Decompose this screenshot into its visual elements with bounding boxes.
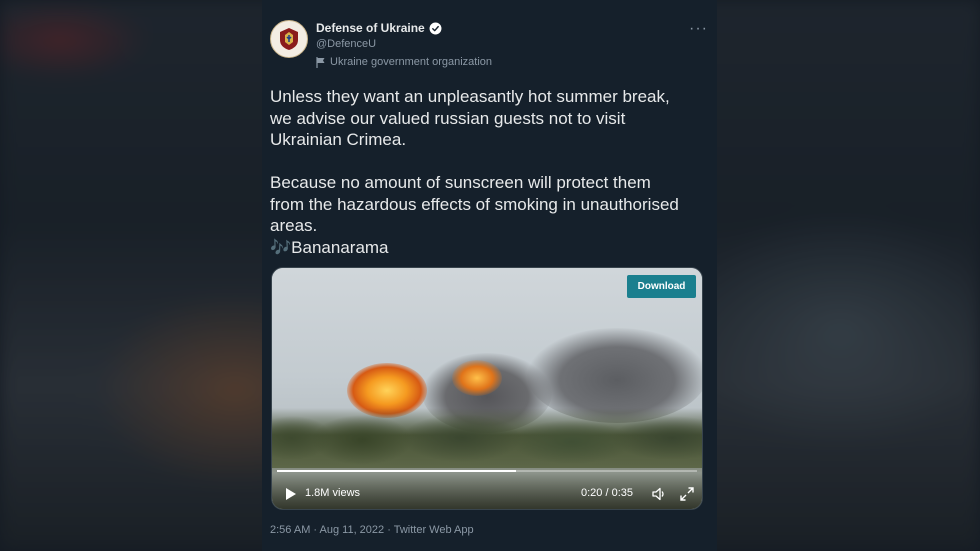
video-progress-fill <box>277 470 517 472</box>
org-label-row: Ukraine government organization <box>316 56 492 68</box>
download-button[interactable]: Download <box>627 275 696 298</box>
fullscreen-icon[interactable] <box>679 486 695 502</box>
avatar[interactable] <box>270 20 308 58</box>
music-notes-emoji: 🎶 <box>270 237 292 257</box>
video-time: 0:20 / 0:35 <box>581 487 633 499</box>
video-progress-bar[interactable] <box>277 470 697 472</box>
org-label: Ukraine government organization <box>330 56 493 68</box>
tweet-line: we advise our valued russian guests not … <box>270 108 626 128</box>
account-handle[interactable]: @DefenceU <box>316 38 376 50</box>
tweet-line: Unless they want an unpleasantly hot sum… <box>270 87 670 106</box>
emblem-icon <box>280 28 298 50</box>
play-icon[interactable] <box>284 487 298 501</box>
account-name[interactable]: Defense of Ukraine <box>316 21 425 35</box>
song-name: Bananarama <box>291 237 389 257</box>
song-line: 🎶Bananarama <box>270 237 710 259</box>
explosion <box>452 360 502 396</box>
view-count: 1.8M views <box>305 487 361 499</box>
tweet-line: areas. <box>270 216 318 235</box>
account-name-row[interactable]: Defense of Ukraine <box>316 21 442 35</box>
more-icon[interactable]: ··· <box>689 20 708 38</box>
tweet-line: Because no amount of sunscreen will prot… <box>270 173 651 192</box>
tweet-text: Unless they want an unpleasantly hot sum… <box>270 86 710 258</box>
tweet-line: from the hazardous effects of smoking in… <box>270 194 679 214</box>
video-treeline <box>272 408 702 468</box>
verified-badge-icon <box>429 22 442 34</box>
volume-icon[interactable] <box>651 486 667 502</box>
tweet-line: Ukrainian Crimea. <box>270 130 407 149</box>
tweet-meta[interactable]: 2:56 AM · Aug 11, 2022 · Twitter Web App <box>270 524 474 536</box>
video-player[interactable]: Download 1.8M views 0:20 / 0:35 <box>271 267 703 510</box>
flag-icon <box>316 56 325 68</box>
